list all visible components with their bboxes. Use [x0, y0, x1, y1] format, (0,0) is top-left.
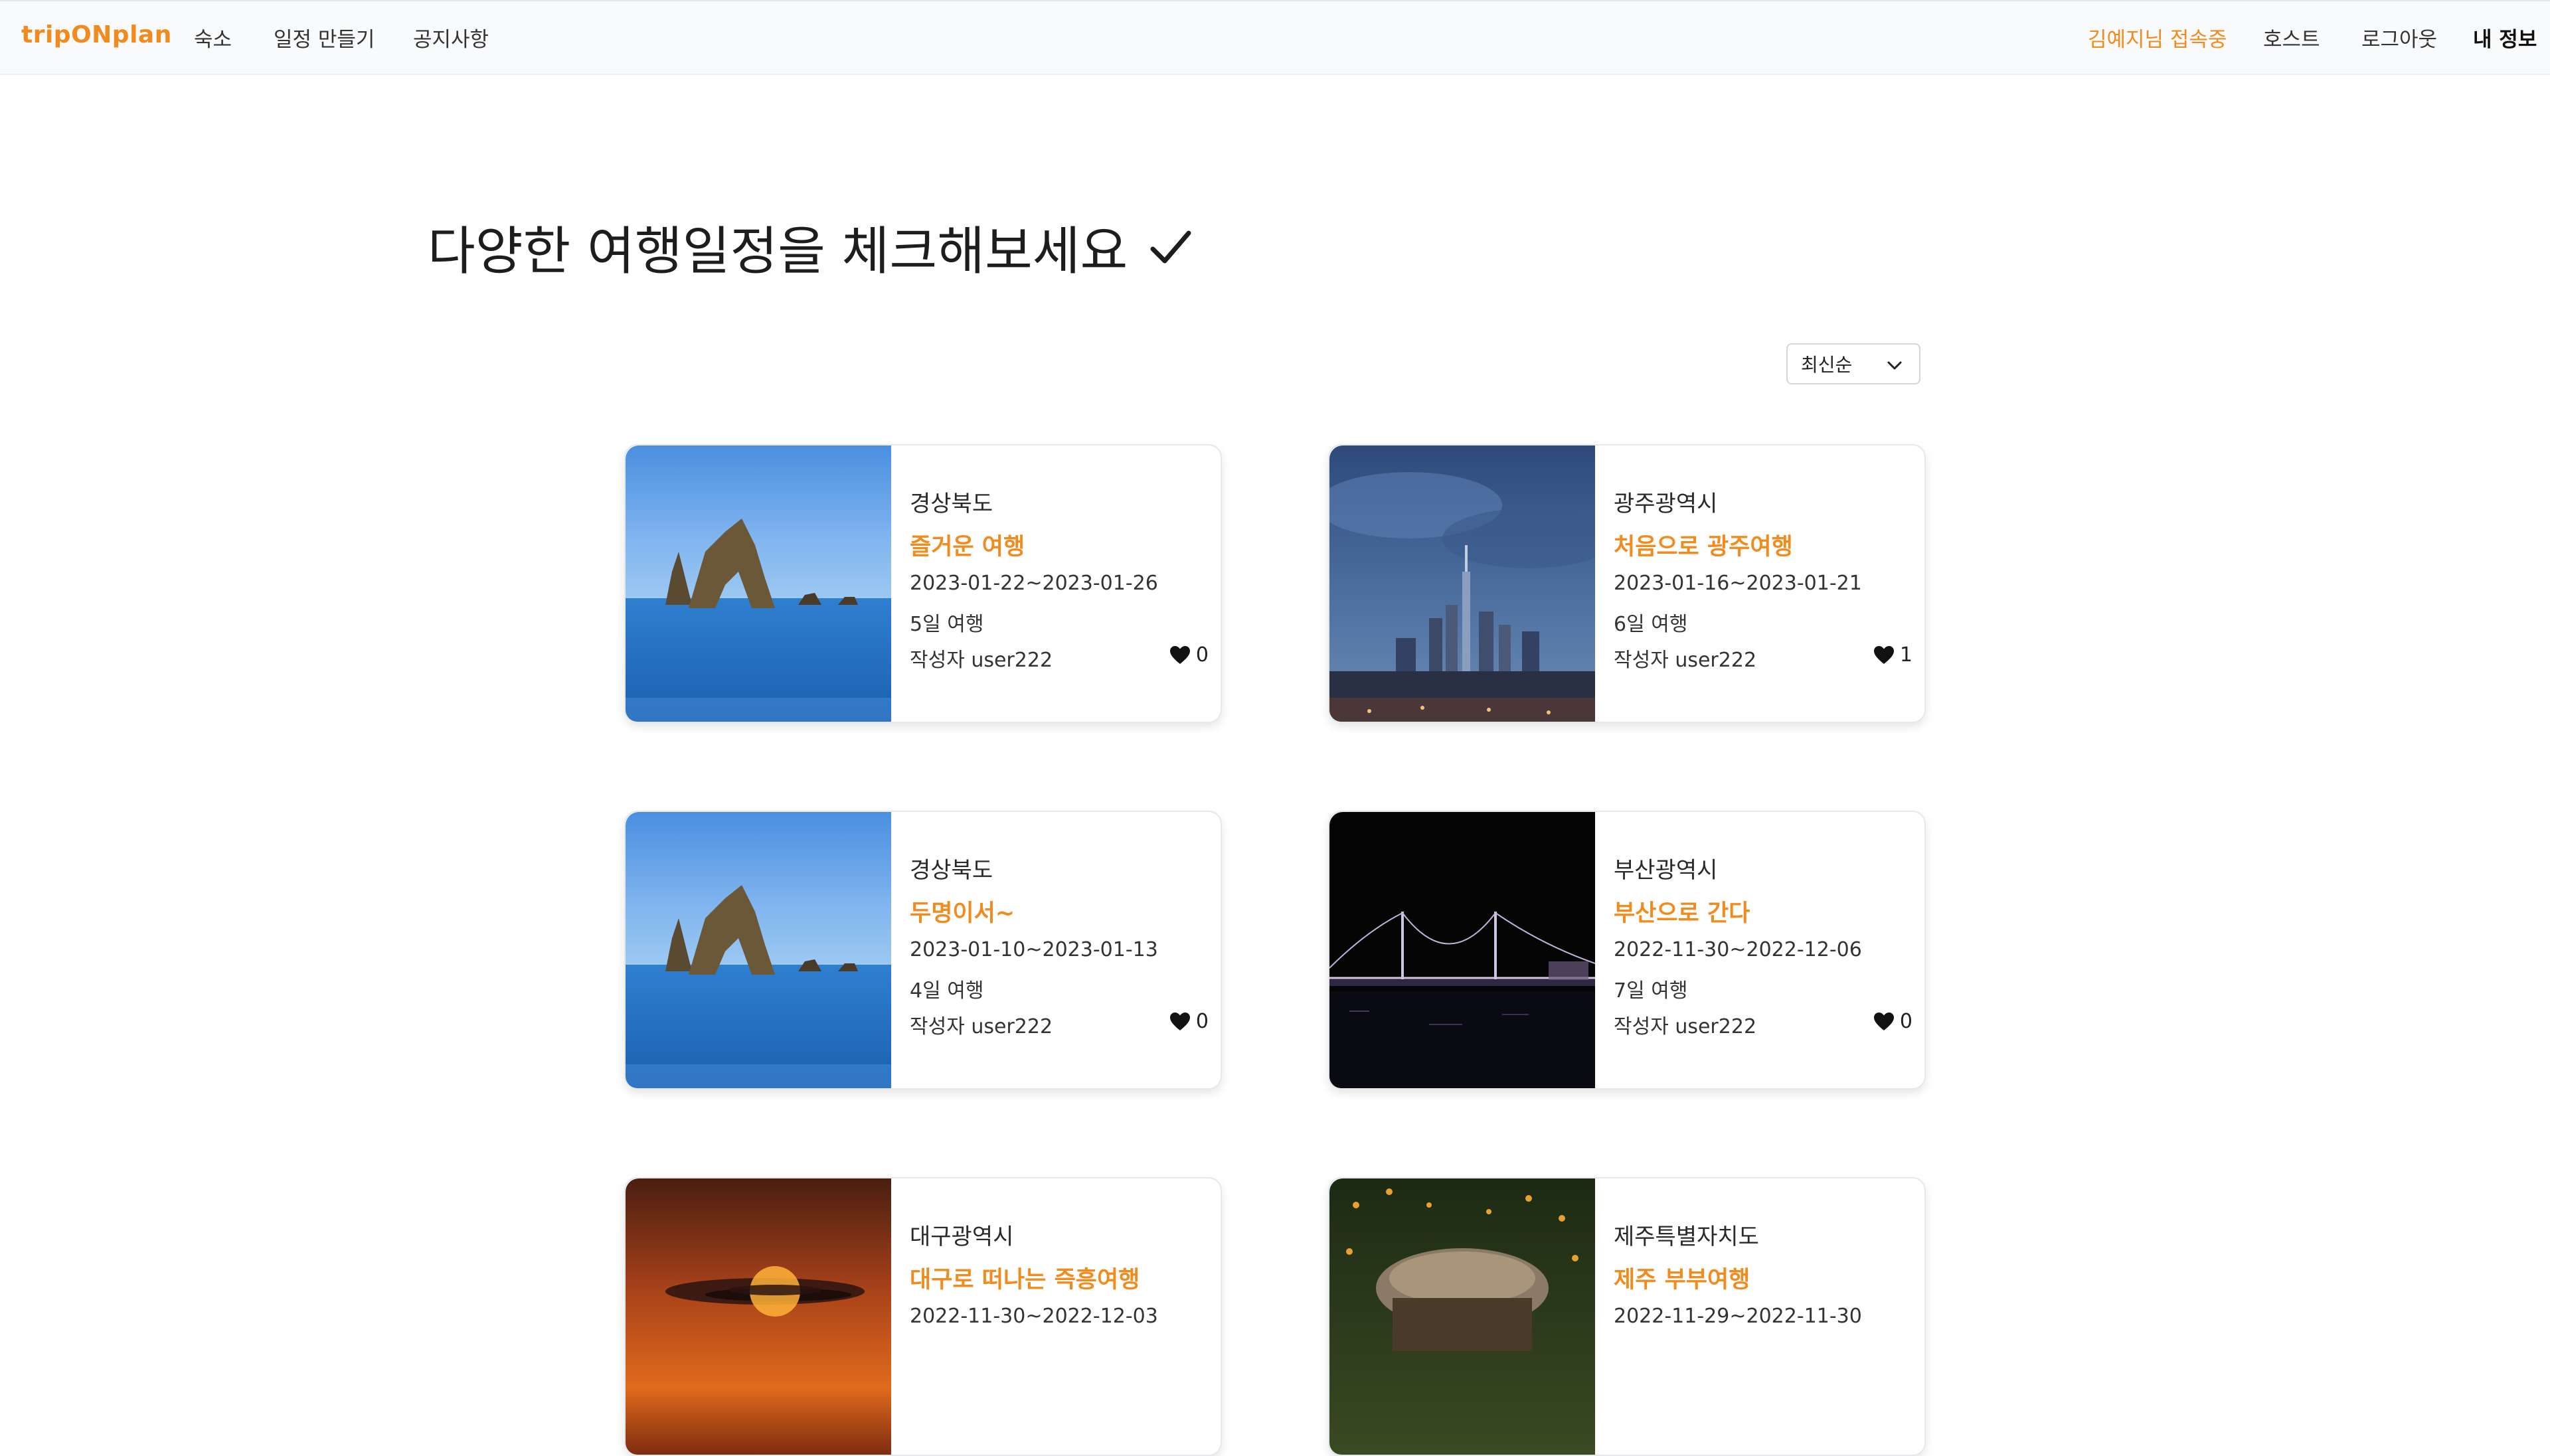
trip-card-image [626, 1178, 891, 1455]
heart-icon[interactable] [1169, 1012, 1191, 1032]
trip-card-body: 대구광역시 대구로 떠나는 즉흥여행 2022-11-30~2022-12-03 [910, 1178, 1209, 1455]
trip-author: 작성자 user222 [910, 649, 1053, 672]
chevron-down-icon [1887, 361, 1902, 370]
trip-card-image [626, 445, 891, 722]
like-count: 1 [1899, 643, 1912, 667]
trip-card-image [1329, 1178, 1595, 1455]
trip-dates: 2022-11-30~2022-12-03 [910, 1305, 1158, 1328]
nav-link-make-itinerary[interactable]: 일정 만들기 [274, 23, 375, 52]
trip-duration: 4일 여행 [910, 979, 984, 1003]
trip-card[interactable]: 경상북도 두명이서~ 2023-01-10~2023-01-13 4일 여행 작… [624, 811, 1222, 1090]
trip-card[interactable]: 대구광역시 대구로 떠나는 즉흥여행 2022-11-30~2022-12-03 [624, 1177, 1222, 1456]
trip-title[interactable]: 대구로 떠나는 즉흥여행 [910, 1261, 1140, 1295]
jeju-hut-image [1329, 1178, 1595, 1455]
nav-link-logout[interactable]: 로그아웃 [2361, 23, 2437, 52]
trip-card-image [1329, 445, 1595, 722]
nav-link-my-info[interactable]: 내 정보 [2473, 23, 2537, 52]
trip-duration: 7일 여행 [1614, 979, 1688, 1003]
like-counter: 0 [1873, 1010, 1912, 1033]
nav-link-notice[interactable]: 공지사항 [413, 23, 489, 52]
trip-title[interactable]: 처음으로 광주여행 [1614, 528, 1793, 562]
user-status: 김예지님 접속중 [2088, 28, 2227, 52]
heart-icon[interactable] [1873, 1012, 1895, 1032]
city-skyline-image [1329, 445, 1595, 722]
trip-card-image [1329, 812, 1595, 1088]
like-count: 0 [1195, 1010, 1209, 1033]
like-counter: 1 [1873, 643, 1912, 667]
trip-region: 부산광역시 [1614, 857, 1718, 884]
trip-author: 작성자 user222 [910, 1015, 1053, 1038]
trip-region: 경상북도 [910, 857, 993, 884]
trip-card[interactable]: 광주광역시 처음으로 광주여행 2023-01-16~2023-01-21 6일… [1328, 444, 1926, 723]
trip-dates: 2023-01-22~2023-01-26 [910, 572, 1158, 595]
sort-selected-value: 최신순 [1801, 354, 1853, 376]
trip-card-image [626, 812, 891, 1088]
trip-card-body: 광주광역시 처음으로 광주여행 2023-01-16~2023-01-21 6일… [1614, 445, 1912, 722]
trip-card[interactable]: 제주특별자치도 제주 부부여행 2022-11-29~2022-11-30 [1328, 1177, 1926, 1456]
trip-title[interactable]: 두명이서~ [910, 894, 1015, 928]
trip-duration: 6일 여행 [1614, 613, 1688, 636]
heart-icon[interactable] [1873, 645, 1895, 665]
trip-dates: 2022-11-30~2022-12-06 [1614, 938, 1862, 961]
trip-card-body: 경상북도 즐거운 여행 2023-01-22~2023-01-26 5일 여행 … [910, 445, 1209, 722]
trip-region: 제주특별자치도 [1614, 1224, 1759, 1250]
trip-card-body: 부산광역시 부산으로 간다 2022-11-30~2022-12-06 7일 여… [1614, 812, 1912, 1088]
nav-link-host[interactable]: 호스트 [2263, 23, 2320, 52]
night-bridge-image [1329, 812, 1595, 1088]
brand-logo[interactable]: tripONplan [21, 21, 172, 48]
like-count: 0 [1195, 643, 1209, 667]
trip-region: 경상북도 [910, 491, 993, 517]
trip-title[interactable]: 즐거운 여행 [910, 528, 1025, 562]
trip-card[interactable]: 경상북도 즐거운 여행 2023-01-22~2023-01-26 5일 여행 … [624, 444, 1222, 723]
sea-rocks-image [626, 445, 891, 722]
sea-rocks-image [626, 812, 891, 1088]
trip-region: 대구광역시 [910, 1224, 1014, 1250]
heart-icon[interactable] [1169, 645, 1191, 665]
trip-card[interactable]: 부산광역시 부산으로 간다 2022-11-30~2022-12-06 7일 여… [1328, 811, 1926, 1090]
trip-author: 작성자 user222 [1614, 649, 1757, 672]
page-title: 다양한 여행일정을 체크해보세요 [428, 210, 1194, 284]
trip-region: 광주광역시 [1614, 491, 1718, 517]
top-navbar: tripONplan 숙소 일정 만들기 공지사항 김예지님 접속중 호스트 로… [0, 0, 2550, 75]
trip-dates: 2023-01-16~2023-01-21 [1614, 572, 1862, 595]
like-counter: 0 [1169, 643, 1209, 667]
like-counter: 0 [1169, 1010, 1209, 1033]
page-title-text: 다양한 여행일정을 체크해보세요 [428, 222, 1128, 282]
check-icon [1150, 230, 1191, 264]
sunset-image [626, 1178, 891, 1455]
trip-dates: 2023-01-10~2023-01-13 [910, 938, 1158, 961]
trip-author: 작성자 user222 [1614, 1015, 1757, 1038]
sort-select[interactable]: 최신순 [1786, 343, 1920, 384]
trip-dates: 2022-11-29~2022-11-30 [1614, 1305, 1862, 1328]
trip-card-body: 제주특별자치도 제주 부부여행 2022-11-29~2022-11-30 [1614, 1178, 1912, 1455]
trip-title[interactable]: 부산으로 간다 [1614, 894, 1750, 928]
like-count: 0 [1899, 1010, 1912, 1033]
trip-card-body: 경상북도 두명이서~ 2023-01-10~2023-01-13 4일 여행 작… [910, 812, 1209, 1088]
trip-duration: 5일 여행 [910, 613, 984, 636]
nav-link-lodging[interactable]: 숙소 [194, 23, 232, 52]
trip-title[interactable]: 제주 부부여행 [1614, 1261, 1750, 1295]
